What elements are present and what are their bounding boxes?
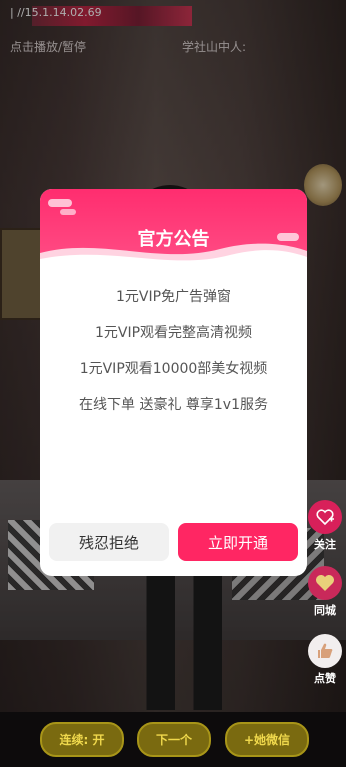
follow-label: 关注 bbox=[314, 538, 336, 551]
heart-icon bbox=[308, 566, 342, 600]
follow-button[interactable]: 关注 bbox=[307, 500, 343, 552]
nearby-label: 同城 bbox=[314, 604, 336, 617]
heart-plus-icon bbox=[308, 500, 342, 534]
announcement-modal: 官方公告 1元VIP免广告弹窗 1元VIP观看完整高清视频 1元VIP观看100… bbox=[40, 189, 307, 576]
modal-content: 1元VIP免广告弹窗 1元VIP观看完整高清视频 1元VIP观看10000部美女… bbox=[40, 285, 307, 429]
open-vip-button[interactable]: 立即开通 bbox=[178, 523, 298, 561]
nearby-button[interactable]: 同城 bbox=[307, 566, 343, 618]
decor-dot bbox=[60, 209, 76, 215]
decor-dot bbox=[48, 199, 72, 207]
autoplay-toggle-button[interactable]: 连续: 开 bbox=[40, 722, 124, 757]
modal-line-3: 1元VIP观看10000部美女视频 bbox=[79, 361, 268, 377]
modal-line-2: 1元VIP观看完整高清视频 bbox=[94, 325, 253, 341]
next-button[interactable]: 下一个 bbox=[137, 722, 211, 757]
like-label: 点赞 bbox=[314, 672, 336, 685]
refuse-button[interactable]: 残忍拒绝 bbox=[49, 523, 169, 561]
modal-header: 官方公告 bbox=[40, 189, 307, 271]
like-button[interactable]: 点赞 bbox=[307, 634, 343, 686]
header-wave bbox=[40, 243, 307, 271]
add-wechat-button[interactable]: +她微信 bbox=[225, 722, 309, 757]
modal-line-1: 1元VIP免广告弹窗 bbox=[115, 289, 232, 305]
bottom-bar: 连续: 开 下一个 +她微信 bbox=[0, 712, 346, 767]
thumb-icon bbox=[308, 634, 342, 668]
modal-line-4: 在线下单 送豪礼 尊享1v1服务 bbox=[79, 397, 268, 413]
